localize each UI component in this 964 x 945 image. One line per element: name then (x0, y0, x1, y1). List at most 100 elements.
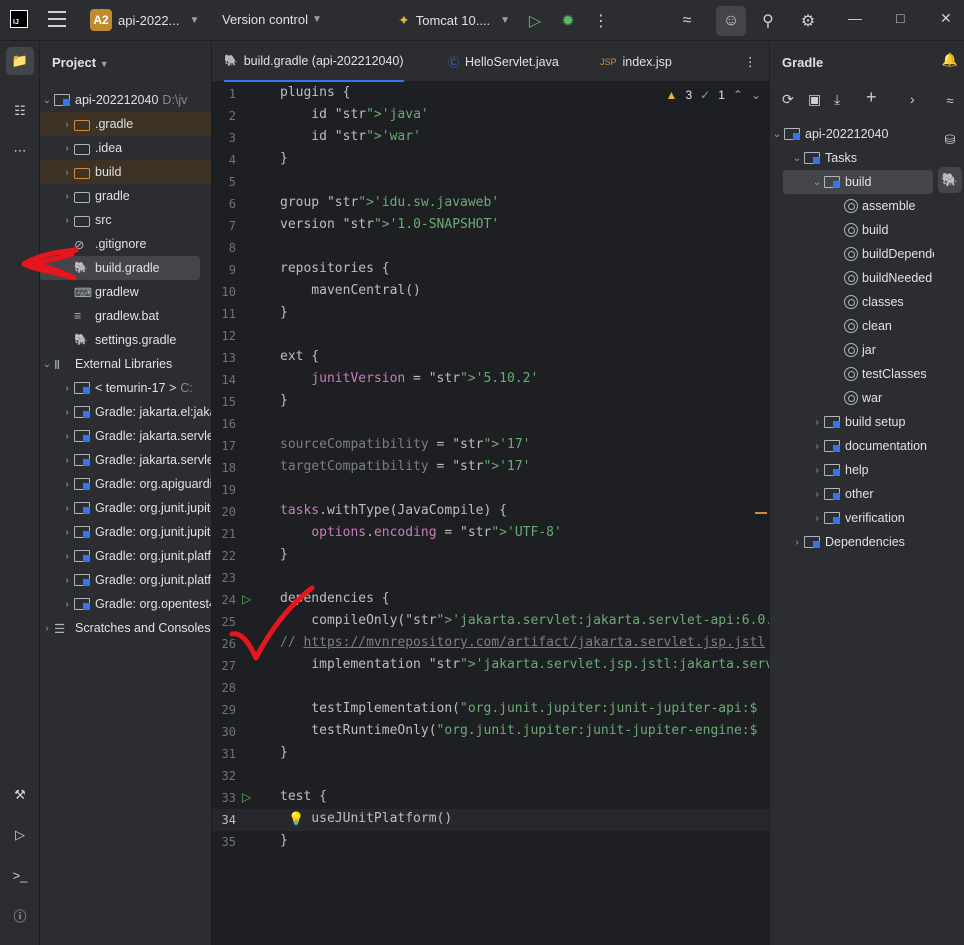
project-tree-item[interactable]: 🐘 settings.gradle (40, 328, 211, 352)
chevron-right-icon[interactable]: › (60, 575, 74, 586)
code-line[interactable]: useJUnitPlatform() (280, 811, 452, 826)
project-switcher[interactable]: A2 api-2022... ▼ (90, 9, 199, 31)
tab-index-jsp[interactable]: JSP index.jsp (600, 41, 672, 82)
code-line[interactable]: } (280, 745, 288, 760)
tab-hello-servlet[interactable]: Ⓒ HelloServlet.java (448, 41, 559, 82)
services-icon[interactable]: ▷ (6, 821, 34, 849)
project-tree-item[interactable]: › Gradle: org.junit.platform (40, 568, 211, 592)
project-tree-item[interactable]: ⌄ api-202212040 D:\jv (40, 88, 211, 112)
chevron-down-icon[interactable]: ⌄ (40, 359, 54, 370)
chevron-right-icon[interactable]: › (60, 479, 74, 490)
code-line[interactable]: ext { (280, 349, 319, 364)
code-line[interactable]: repositories { (280, 261, 390, 276)
chevron-right-icon[interactable]: › (60, 503, 74, 514)
gradle-tree-item[interactable]: ⌄ api-202212040 (770, 122, 934, 146)
code-line[interactable]: testRuntimeOnly("org.junit.jupiter:junit… (280, 723, 757, 738)
gradle-tree-item[interactable]: › build setup (770, 410, 934, 434)
gradle-tree-item[interactable]: clean (770, 314, 934, 338)
code-line[interactable]: junitVersion = "str">'5.10.2' (280, 371, 538, 386)
notifications-bell-icon[interactable]: 🔔 (938, 47, 962, 73)
more-tools-icon[interactable]: ⋯ (6, 137, 34, 165)
project-tree-item[interactable]: ⊘ .gitignore (40, 232, 211, 256)
gradle-tree-item[interactable]: › other (770, 482, 934, 506)
project-tree-item[interactable]: › gradle (40, 184, 211, 208)
gradle-tree-item[interactable]: jar (770, 338, 934, 362)
code-with-me-icon[interactable]: ☺ (716, 6, 746, 36)
download-icon[interactable]: ⤓ (834, 91, 840, 108)
code-line[interactable]: } (280, 305, 288, 320)
add-project-icon[interactable]: ▣ (808, 91, 821, 108)
run-config-selector[interactable]: ✦ Tomcat 10.... ▼ (398, 12, 510, 29)
gradle-tree-item[interactable]: buildDependents (770, 242, 934, 266)
code-line[interactable]: targetCompatibility = "str">'17' (280, 459, 530, 474)
tab-options-icon[interactable]: ⋮ (744, 41, 757, 82)
chevron-down-icon[interactable]: ⌄ (40, 95, 54, 106)
chevron-right-icon[interactable]: › (60, 383, 74, 394)
code-line[interactable]: testImplementation("org.junit.jupiter:ju… (280, 701, 757, 716)
reload-icon[interactable]: ⟳ (782, 91, 794, 108)
project-tree-item[interactable]: › build (40, 160, 211, 184)
chevron-down-icon[interactable]: ⌄ (790, 153, 804, 164)
chevron-down-icon[interactable]: ⌄ (751, 88, 761, 102)
more-actions-icon[interactable]: ⋮ (590, 10, 612, 32)
chevron-right-icon[interactable]: › (790, 537, 804, 548)
chevron-right-icon[interactable]: › (60, 599, 74, 610)
project-tree-item[interactable]: › Gradle: jakarta.servlet (40, 424, 211, 448)
project-tree-item[interactable]: › .idea (40, 136, 211, 160)
gradle-tree-item[interactable]: ⌄ Tasks (770, 146, 934, 170)
project-tree-item[interactable]: › Gradle: org.apiguardian (40, 472, 211, 496)
version-control-menu[interactable]: Version control ▼ (222, 12, 322, 27)
intellij-logo-icon[interactable]: IJ (10, 10, 28, 28)
code-line[interactable]: sourceCompatibility = "str">'17' (280, 437, 530, 452)
terminal-icon[interactable]: >_ (6, 861, 34, 889)
gradle-tree-item[interactable]: buildNeeded (770, 266, 934, 290)
gradle-tree-item[interactable]: war (770, 386, 934, 410)
code-line[interactable]: group "str">'idu.sw.javaweb' (280, 195, 499, 210)
project-tree-item[interactable]: › Gradle: jakarta.el:jakarta (40, 400, 211, 424)
project-tree-item[interactable]: › src (40, 208, 211, 232)
run-gutter-icon[interactable]: ▷ (242, 592, 251, 606)
chevron-right-icon[interactable]: › (810, 489, 824, 500)
code-line[interactable]: options.encoding = "str">'UTF-8' (280, 525, 562, 540)
gradle-tree-item[interactable]: › documentation (770, 434, 934, 458)
chevron-right-icon[interactable]: › (60, 431, 74, 442)
chevron-right-icon[interactable]: › (810, 417, 824, 428)
code-line[interactable]: implementation "str">'jakarta.servlet.js… (280, 657, 769, 672)
project-tree-item[interactable]: › Gradle: org.opentest4j (40, 592, 211, 616)
intention-bulb-icon[interactable]: 💡 (288, 811, 304, 827)
gradle-tree-item[interactable]: › help (770, 458, 934, 482)
project-tree-item[interactable]: ⌄ Ⅱ External Libraries (40, 352, 211, 376)
gradle-tree-item[interactable]: › verification (770, 506, 934, 530)
chevron-right-icon[interactable]: › (810, 441, 824, 452)
maximize-icon[interactable]: □ (896, 10, 904, 26)
project-tree-item[interactable]: › < temurin-17 > C: (40, 376, 211, 400)
debug-icon[interactable]: ✹ (557, 10, 579, 32)
project-tree-item[interactable]: › .gradle (40, 112, 211, 136)
gradle-tree-item[interactable]: ⌄ build (783, 170, 933, 194)
chevron-down-icon[interactable]: ⌄ (770, 129, 784, 140)
project-panel-title[interactable]: Project ▼ (52, 55, 109, 70)
code-line[interactable]: id "str">'war' (280, 129, 421, 144)
ai-assistant-icon[interactable]: ≈ (676, 10, 698, 32)
project-tree-item[interactable]: 🐘 build.gradle (40, 256, 200, 280)
gradle-tree-item[interactable]: testClasses (770, 362, 934, 386)
chevron-right-icon[interactable]: › (60, 527, 74, 538)
gradle-tree-item[interactable]: build (770, 218, 934, 242)
expand-icon[interactable]: + (866, 87, 877, 108)
code-line[interactable]: } (280, 151, 288, 166)
search-icon[interactable]: ⚲ (757, 10, 779, 32)
structure-tool-icon[interactable]: ☷ (6, 97, 34, 125)
chevron-right-icon[interactable]: › (60, 191, 74, 202)
project-tree-item[interactable]: ≡ gradlew.bat (40, 304, 211, 328)
code-line[interactable]: compileOnly("str">'jakarta.servlet:jakar… (280, 613, 769, 628)
gradle-tool-icon[interactable]: 🐘 (938, 167, 962, 193)
project-tree-item[interactable]: › ☰ Scratches and Consoles (40, 616, 211, 640)
run-gutter-icon[interactable]: ▷ (242, 790, 251, 804)
code-line[interactable]: } (280, 833, 288, 848)
project-tree-item[interactable]: › Gradle: org.junit.jupiter (40, 520, 211, 544)
code-line[interactable]: id "str">'java' (280, 107, 428, 122)
chevron-right-icon[interactable]: › (60, 551, 74, 562)
chevron-right-icon[interactable]: › (60, 407, 74, 418)
chevron-right-icon[interactable]: › (40, 623, 54, 634)
gradle-tree-item[interactable]: assemble (770, 194, 934, 218)
